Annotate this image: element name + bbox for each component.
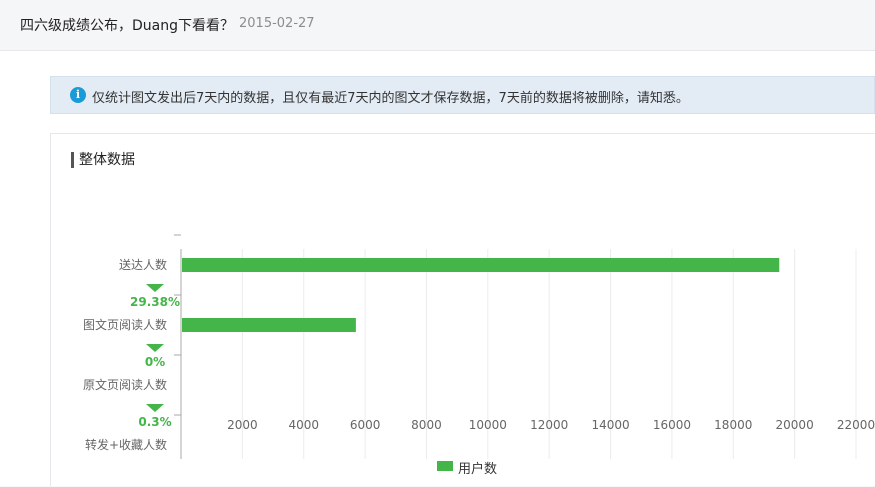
x-tick-label: 10000 [469, 418, 507, 432]
conversion-arrow-icon [146, 404, 164, 412]
conversion-arrow-icon [146, 284, 164, 292]
info-icon: i [70, 87, 86, 103]
y-category-label: 图文页阅读人数 [83, 317, 167, 332]
legend-swatch [437, 461, 453, 471]
x-tick-label: 8000 [411, 418, 442, 432]
x-tick-label: 12000 [530, 418, 568, 432]
x-tick-label: 2000 [227, 418, 258, 432]
legend-label: 用户数 [458, 462, 498, 477]
notice-text: 仅统计图文发出后7天内的数据，且仅有最近7天内的图文才保存数据，7天前的数据将被… [92, 91, 689, 106]
conversion-rate-label: 0.3% [138, 415, 171, 429]
x-tick-label: 6000 [350, 418, 381, 432]
x-tick-label: 4000 [288, 418, 319, 432]
overall-data-panel: 整体数据 2000 4000 6000 8000 10000 12000 14000 1600… [50, 133, 875, 486]
data-bar [182, 258, 780, 272]
article-title: 四六级成绩公布，Duang下看看？ [20, 18, 234, 34]
y-category-label: 原文页阅读人数 [83, 377, 167, 392]
data-bar [182, 318, 356, 332]
funnel-bar-chart: 2000 4000 6000 8000 10000 12000 14000 16000 1800… [83, 234, 875, 459]
x-tick-label: 22000 [837, 418, 875, 432]
page-header: 四六级成绩公布，Duang下看看？ 2015-02-27 [0, 0, 875, 51]
article-date: 2015-02-27 [239, 16, 315, 31]
y-category-label: 送达人数 [119, 257, 167, 272]
x-tick-label: 14000 [591, 418, 629, 432]
notice-banner: i 仅统计图文发出后7天内的数据，且仅有最近7天内的图文才保存数据，7天前的数据… [50, 76, 875, 114]
x-tick-label: 18000 [714, 418, 752, 432]
conversion-rate-label: 0% [145, 355, 165, 369]
conversion-arrow-icon [146, 344, 164, 352]
y-category-label: 转发+收藏人数 [85, 437, 167, 452]
conversion-rate-label: 29.38% [130, 295, 180, 309]
x-tick-label: 20000 [776, 418, 814, 432]
x-tick-label: 16000 [653, 418, 691, 432]
main-content: i 仅统计图文发出后7天内的数据，且仅有最近7天内的图文才保存数据，7天前的数据… [0, 51, 875, 486]
